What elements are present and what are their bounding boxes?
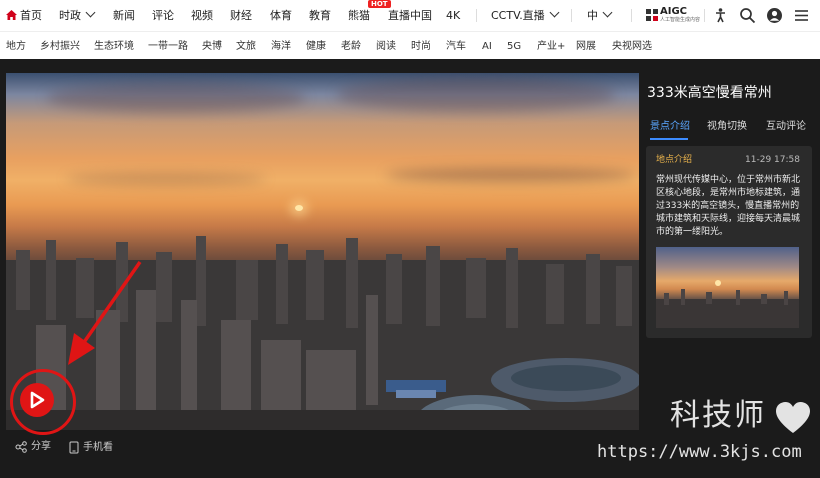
sun xyxy=(295,205,303,211)
nav-education[interactable]: 教育 xyxy=(309,8,331,23)
nav-politics-label: 时政 xyxy=(59,9,81,22)
sky-cloud xyxy=(386,168,636,182)
subnav-item[interactable]: 央视网选 xyxy=(612,40,652,53)
tab-view-switch[interactable]: 视角切换 xyxy=(707,120,747,133)
language-select[interactable]: 中 xyxy=(587,7,613,23)
share-button[interactable]: 分享 xyxy=(15,441,51,453)
subnav-item[interactable]: 文旅 xyxy=(236,40,256,53)
aigc-icon xyxy=(646,9,658,21)
hot-badge: HOT xyxy=(368,0,391,8)
sky-cloud xyxy=(66,173,266,185)
nav-finance[interactable]: 财经 xyxy=(230,8,252,23)
nav-panda[interactable]: 熊猫 xyxy=(348,8,370,23)
subnav-item[interactable]: 地方 xyxy=(6,40,26,53)
nav-sports[interactable]: 体育 xyxy=(270,8,292,23)
top-navigation: 首页 时政 新闻 评论 视频 财经 体育 教育 熊猫 HOT 直播中国 4K C… xyxy=(0,0,820,31)
user-icon[interactable] xyxy=(766,7,783,24)
subnav-item[interactable]: 一带一路 xyxy=(148,40,188,53)
play-icon xyxy=(30,391,45,409)
subnav-item[interactable]: 海洋 xyxy=(271,40,291,53)
watch-on-mobile-button[interactable]: 手机看 xyxy=(69,441,113,454)
nav-comment[interactable]: 评论 xyxy=(152,8,174,23)
watermark-name: 科技师 xyxy=(670,398,766,433)
sky-cloud xyxy=(336,78,616,112)
divider xyxy=(571,9,572,22)
active-tab-indicator xyxy=(650,138,688,140)
subnav-item[interactable]: 乡村振兴 xyxy=(40,40,80,53)
subnav-item[interactable]: 网展 xyxy=(576,40,596,53)
nav-home-label: 首页 xyxy=(20,9,42,22)
nav-video[interactable]: 视频 xyxy=(191,8,213,23)
panel-tabs: 景点介绍 视角切换 互动评论 xyxy=(647,120,812,142)
divider xyxy=(631,9,632,22)
subnav-item[interactable]: 时尚 xyxy=(411,40,431,53)
chevron-down-icon xyxy=(85,7,96,18)
tab-attraction-intro[interactable]: 景点介绍 xyxy=(650,120,690,133)
nav-home[interactable]: 首页 xyxy=(6,8,42,23)
subnav-item[interactable]: 汽车 xyxy=(446,40,466,53)
card-timestamp: 11-29 17:58 xyxy=(745,155,800,165)
cctv-video-logo-icon[interactable] xyxy=(20,383,54,417)
tab-comments[interactable]: 互动评论 xyxy=(766,120,806,133)
sky-cloud xyxy=(46,83,306,113)
phone-icon xyxy=(69,441,79,454)
nav-cctv-live[interactable]: CCTV.直播 xyxy=(491,7,560,23)
nav-live-china[interactable]: 直播中国 xyxy=(388,8,432,23)
watermark-url: https://www.3kjs.com xyxy=(597,442,802,462)
divider xyxy=(704,9,705,22)
subnav-item[interactable]: 健康 xyxy=(306,40,326,53)
aigc-label[interactable]: AIGC xyxy=(660,7,687,17)
panel-title: 333米高空慢看常州 xyxy=(647,85,772,101)
chevron-down-icon xyxy=(549,7,560,18)
home-icon xyxy=(6,10,17,20)
nav-cctv-live-label: CCTV.直播 xyxy=(491,9,545,22)
subnav-item[interactable]: 生态环境 xyxy=(94,40,134,53)
secondary-navigation: 地方 乡村振兴 生态环境 一带一路 央博 文旅 海洋 健康 老龄 阅读 时尚 汽… xyxy=(0,31,820,59)
aigc-sublabel: 人工智能生成内容 xyxy=(660,17,701,23)
location-card: 地点介绍 11-29 17:58 常州现代传媒中心，位于常州市新北区核心地段，是… xyxy=(646,146,812,338)
share-label: 分享 xyxy=(31,441,51,452)
subnav-item[interactable]: 5G xyxy=(507,40,521,53)
subnav-item[interactable]: 产业+ xyxy=(537,40,565,53)
city-skyline xyxy=(6,236,639,430)
nav-politics[interactable]: 时政 xyxy=(59,7,96,23)
subnav-item[interactable]: 老龄 xyxy=(341,40,361,53)
subnav-item[interactable]: AI xyxy=(482,40,492,53)
language-label: 中 xyxy=(587,9,598,22)
card-heading: 地点介绍 xyxy=(656,155,693,165)
nav-news[interactable]: 新闻 xyxy=(113,8,135,23)
subnav-item[interactable]: 阅读 xyxy=(376,40,396,53)
divider xyxy=(476,9,477,22)
chevron-down-icon xyxy=(602,7,613,18)
subnav-item[interactable]: 央博 xyxy=(202,40,222,53)
heart-icon xyxy=(776,402,810,433)
mobile-label: 手机看 xyxy=(83,441,113,453)
search-icon[interactable] xyxy=(739,7,756,24)
video-player[interactable] xyxy=(6,73,639,430)
share-icon xyxy=(15,441,27,453)
accessibility-icon[interactable] xyxy=(712,7,729,24)
thumbnail-skyline xyxy=(656,280,799,328)
location-thumbnail[interactable] xyxy=(656,247,799,328)
card-description: 常州现代传媒中心，位于常州市新北区核心地段，是常州市地标建筑，通过333米的高空… xyxy=(656,175,801,237)
nav-4k[interactable]: 4K xyxy=(446,8,460,23)
menu-icon[interactable] xyxy=(793,7,810,24)
